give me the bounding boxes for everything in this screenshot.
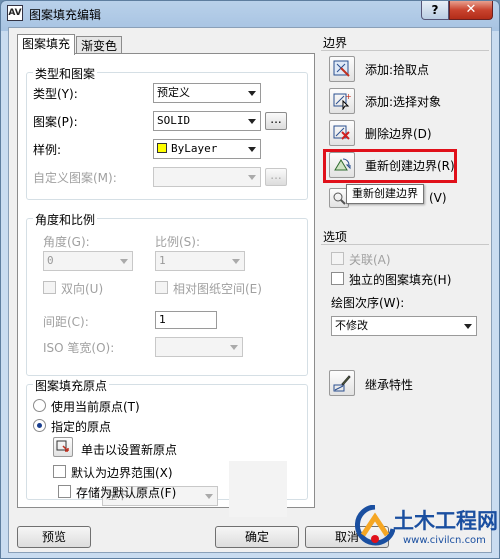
default-extent-checkbox[interactable] (53, 465, 66, 478)
use-current-origin-label: 使用当前原点(T) (51, 400, 140, 414)
swatch-label: 样例: (33, 143, 62, 157)
draw-order-label: 绘图次序(W): (331, 296, 405, 310)
pattern-value: SOLID (157, 114, 191, 127)
default-extent-label: 默认为边界范围(X) (71, 466, 173, 480)
associative-label: 关联(A) (349, 253, 391, 267)
custom-pattern-browse-button[interactable]: ... (265, 168, 287, 186)
specified-origin-radio[interactable] (33, 419, 46, 432)
chevron-down-icon (248, 175, 256, 180)
type-dropdown[interactable]: 预定义 (153, 83, 261, 103)
hatch-origin-title: 图案填充原点 (33, 377, 110, 394)
hatch-edit-dialog: AV 图案填充编辑 ? ✕ 图案填充 渐变色 类型和图案 类型(Y): 预定义 … (0, 0, 500, 559)
add-pick-points-button[interactable] (329, 56, 355, 82)
origin-preview-area (229, 461, 287, 517)
hatch-origin-group: 图案填充原点 使用当前原点(T) 指定的原点 单击以设置新原点 默认为边界范围(… (26, 377, 308, 517)
help-button[interactable]: ? (421, 1, 449, 20)
window-title: 图案填充编辑 (29, 8, 102, 22)
select-objects-icon: + (333, 92, 351, 110)
inherit-brush-icon (333, 375, 351, 392)
crosshair-pick-icon (56, 440, 69, 452)
close-button[interactable]: ✕ (449, 1, 493, 20)
chevron-down-icon (120, 259, 128, 264)
pattern-dropdown[interactable]: SOLID (153, 111, 261, 131)
highlight-box (323, 149, 457, 183)
magnifier-icon (333, 192, 346, 205)
pick-points-icon (333, 60, 350, 77)
spacing-label: 间距(C): (43, 315, 89, 329)
swatch-dropdown[interactable]: ByLayer (153, 139, 261, 159)
angle-scale-group: 角度和比例 角度(G): 比例(S): 0 1 双向(U) 相对图纸空间(E) … (26, 211, 308, 376)
options-title: 选项 (321, 228, 350, 245)
hatch-tab-panel: 类型和图案 类型(Y): 预定义 图案(P): SOLID ... 样例: By… (17, 53, 315, 517)
chevron-down-icon (248, 147, 256, 152)
separate-hatches-label: 独立的图案填充(H) (349, 273, 452, 287)
tab-hatch[interactable]: 图案填充 (17, 34, 76, 55)
chevron-down-icon (230, 345, 238, 350)
add-pick-points-label: 添加:拾取点 (365, 63, 430, 77)
inherit-properties-button[interactable] (329, 370, 355, 396)
angle-dropdown[interactable]: 0 (43, 251, 133, 271)
remove-boundaries-button[interactable] (329, 120, 355, 146)
scale-value: 1 (159, 254, 166, 267)
chevron-down-icon (205, 494, 213, 499)
type-pattern-title: 类型和图案 (33, 65, 98, 82)
chevron-down-icon (232, 259, 240, 264)
double-label: 双向(U) (61, 282, 104, 296)
chevron-down-icon (464, 324, 472, 329)
type-label: 类型(Y): (33, 87, 78, 101)
chevron-down-icon (248, 91, 256, 96)
draw-order-dropdown[interactable]: 不修改 (331, 316, 477, 336)
relative-paper-checkbox[interactable] (155, 281, 168, 294)
recreate-boundary-tooltip: 重新创建边界 (346, 184, 424, 204)
watermark: 土木工程网 www.civilcn.com (353, 501, 499, 559)
svg-text:+: + (345, 92, 351, 101)
custom-pattern-label: 自定义图案(M): (33, 171, 117, 185)
boundaries-title: 边界 (321, 34, 350, 51)
brand-name: 土木工程网 (393, 509, 498, 533)
store-default-origin-checkbox[interactable] (58, 485, 71, 498)
type-value: 预定义 (157, 86, 190, 99)
pattern-label: 图案(P): (33, 115, 78, 129)
angle-label: 角度(G): (43, 235, 90, 249)
scale-dropdown[interactable]: 1 (155, 251, 245, 271)
swatch-value: ByLayer (171, 142, 218, 155)
preview-button[interactable]: 预览 (17, 526, 91, 548)
remove-boundaries-label: 删除边界(D) (365, 127, 432, 141)
iso-pen-dropdown[interactable] (155, 337, 243, 357)
options-divider (321, 244, 489, 245)
angle-value: 0 (47, 254, 54, 267)
set-origin-button[interactable] (53, 437, 73, 457)
type-pattern-group: 类型和图案 类型(Y): 预定义 图案(P): SOLID ... 样例: By… (26, 65, 308, 200)
chevron-down-icon (248, 119, 256, 124)
scale-label: 比例(S): (155, 235, 201, 249)
autocad-app-icon: AV (7, 5, 23, 21)
specified-origin-label: 指定的原点 (51, 420, 112, 434)
iso-pen-label: ISO 笔宽(O): (43, 341, 115, 355)
separate-hatches-checkbox[interactable] (331, 272, 344, 285)
inherit-properties-label: 继承特性 (365, 378, 414, 392)
angle-scale-title: 角度和比例 (33, 211, 98, 228)
brand-logo-icon (355, 505, 395, 546)
ok-button[interactable]: 确定 (215, 526, 299, 548)
double-checkbox[interactable] (43, 281, 56, 294)
boundaries-divider (321, 50, 489, 51)
store-default-origin-label: 存储为默认原点(F) (76, 486, 177, 500)
relative-paper-label: 相对图纸空间(E) (173, 282, 262, 296)
pattern-browse-button[interactable]: ... (265, 112, 287, 130)
title-bar[interactable]: AV 图案填充编辑 ? ✕ (1, 1, 499, 27)
add-select-objects-button[interactable]: + (329, 88, 355, 114)
remove-boundary-icon (333, 125, 350, 140)
use-current-origin-radio[interactable] (33, 399, 46, 412)
brand-url: www.civilcn.com (403, 535, 486, 546)
custom-pattern-dropdown[interactable] (153, 167, 261, 187)
add-select-objects-label: 添加:选择对象 (365, 95, 442, 109)
swatch-color-box (157, 143, 167, 153)
view-selections-label: (V) (429, 191, 447, 205)
spacing-input[interactable]: 1 (155, 311, 217, 329)
dialog-client-area: 图案填充 渐变色 类型和图案 类型(Y): 预定义 图案(P): SOLID .… (8, 27, 492, 553)
click-set-origin-label: 单击以设置新原点 (81, 443, 178, 457)
associative-checkbox[interactable] (331, 252, 344, 265)
draw-order-value: 不修改 (335, 319, 368, 332)
